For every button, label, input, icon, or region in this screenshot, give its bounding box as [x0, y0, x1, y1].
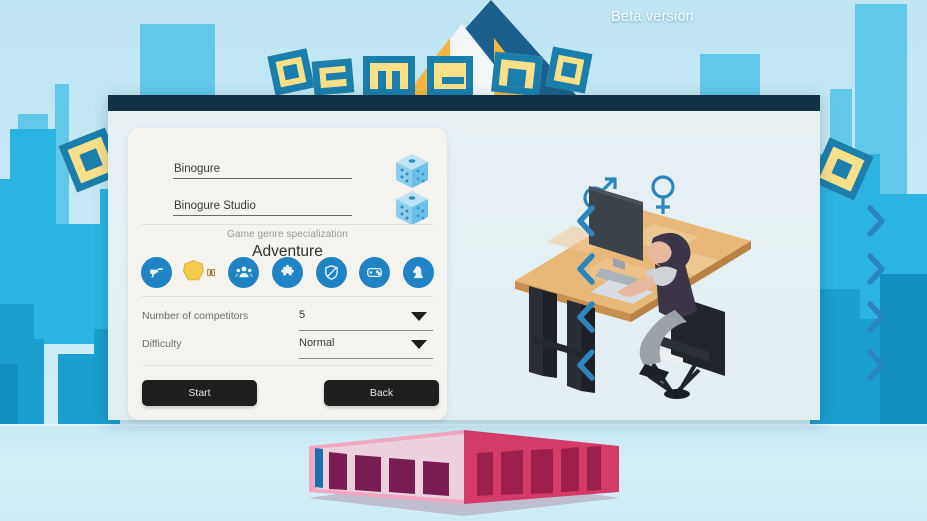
genre-sport-button[interactable] [315, 256, 347, 288]
person-at-desk-illustration [515, 186, 751, 399]
chevron-down-icon[interactable] [411, 340, 427, 349]
genre-icon-list [141, 255, 434, 289]
difficulty-value: Normal [299, 337, 335, 349]
window-titlebar [108, 95, 820, 111]
window-body: Game genre specialization Adventure [108, 111, 885, 420]
prev-option-4-button[interactable] [573, 348, 599, 382]
next-option-4-button[interactable] [863, 348, 889, 382]
difficulty-underline [299, 357, 433, 359]
start-button[interactable]: Start [142, 380, 257, 406]
studio-name-input[interactable] [173, 200, 352, 216]
divider-top [142, 224, 433, 225]
player-name-field-row [173, 159, 352, 179]
studio-name-field-row [173, 196, 352, 216]
genre-social-button[interactable] [228, 256, 260, 288]
competitors-underline [299, 329, 433, 331]
next-option-3-button[interactable] [863, 300, 889, 334]
competitors-label: Number of competitors [142, 310, 249, 322]
prev-option-3-button[interactable] [573, 300, 599, 334]
difficulty-select-row[interactable]: Difficulty Normal [142, 332, 433, 359]
genre-adventure-button[interactable] [182, 257, 216, 288]
prev-option-1-button[interactable] [573, 204, 599, 238]
genre-puzzle-button[interactable] [271, 256, 303, 288]
game-setup-window: Game genre specialization Adventure [108, 95, 885, 420]
divider-middle [142, 296, 433, 297]
prev-option-2-button[interactable] [573, 252, 599, 286]
chevron-down-icon[interactable] [411, 312, 427, 321]
competitors-select-row[interactable]: Number of competitors 5 [142, 304, 433, 331]
studio-building-illustration [309, 430, 619, 516]
randomize-studio-name-dice-button[interactable] [391, 187, 433, 229]
randomize-player-name-dice-button[interactable] [391, 150, 433, 192]
genre-arcade-button[interactable] [359, 256, 391, 288]
genre-section-label: Game genre specialization [227, 229, 348, 240]
new-game-form-card: Game genre specialization Adventure [128, 128, 447, 420]
competitors-value: 5 [299, 309, 306, 321]
genre-strategy-button[interactable] [402, 256, 434, 288]
back-button[interactable]: Back [324, 380, 439, 406]
next-option-2-button[interactable] [863, 252, 889, 286]
character-customization-pane [448, 111, 885, 420]
beta-version-label: Beta version [611, 9, 694, 25]
next-option-1-button[interactable] [863, 204, 889, 238]
genre-shooter-button[interactable] [141, 256, 172, 288]
difficulty-label: Difficulty [142, 338, 182, 350]
divider-bottom [142, 365, 433, 366]
player-name-input[interactable] [173, 163, 352, 179]
